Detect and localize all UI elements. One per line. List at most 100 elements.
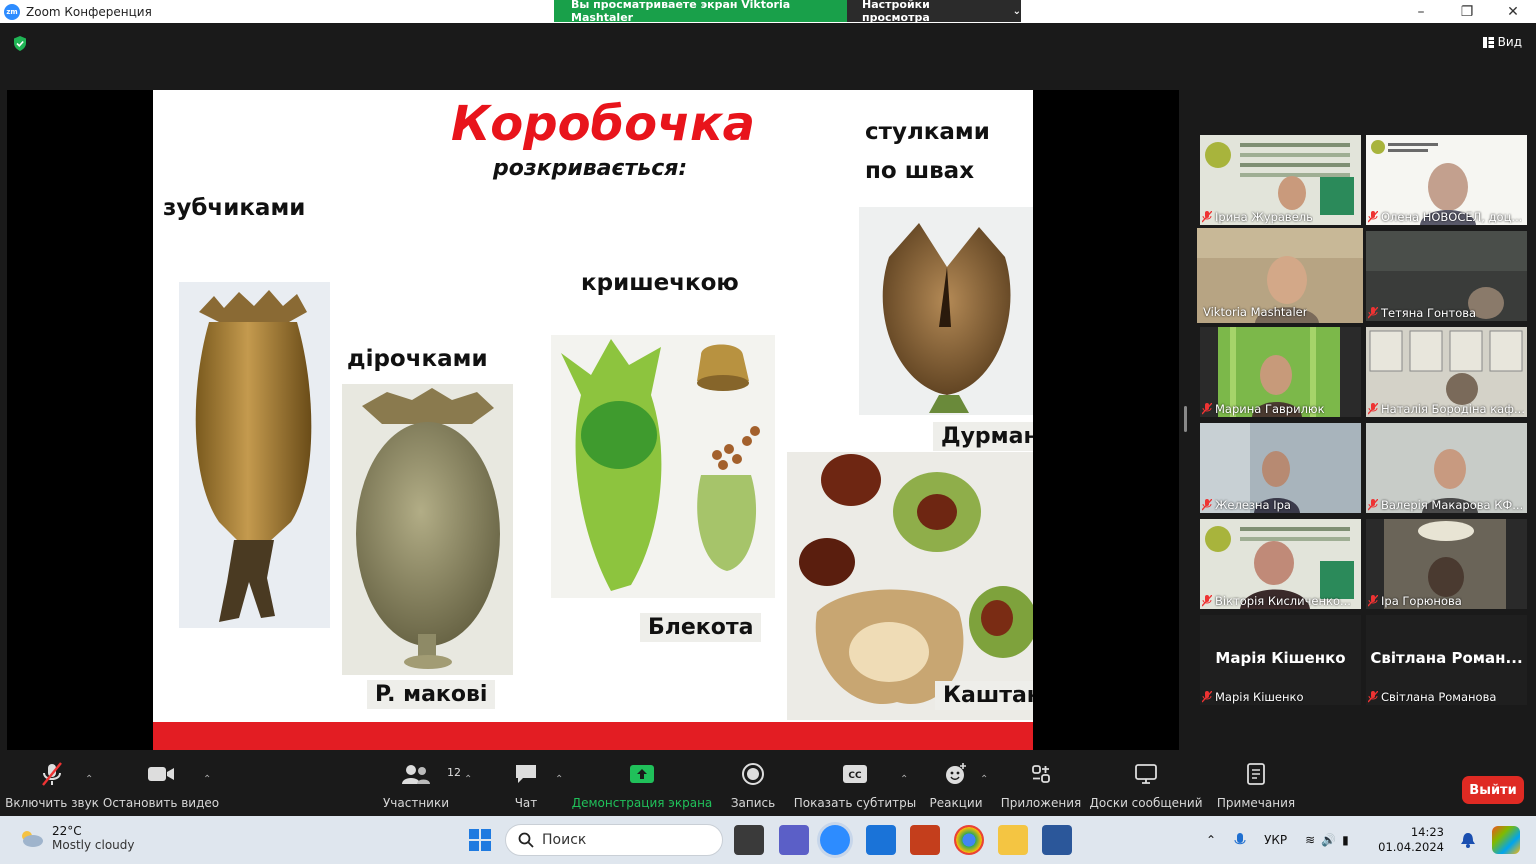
apps-button[interactable]: Приложения: [1001, 758, 1081, 816]
slide-title: Коробочка: [451, 96, 755, 152]
clock-date: 01.04.2024: [1378, 840, 1444, 854]
chat-button[interactable]: Чат: [508, 758, 544, 816]
powerpoint-icon[interactable]: [910, 825, 940, 855]
stop-video-button[interactable]: Остановить видео: [103, 758, 219, 816]
participant-tile[interactable]: Марія Кішенко Марія Кішенко: [1200, 615, 1361, 705]
participant-tile[interactable]: Марина Гаврилюк: [1200, 327, 1361, 417]
file-explorer-icon[interactable]: [998, 825, 1028, 855]
participant-tile[interactable]: Железна Іра: [1200, 423, 1361, 513]
view-button[interactable]: Вид: [1482, 35, 1522, 49]
captions-button[interactable]: CC Показать субтитры: [794, 758, 916, 816]
share-screen-icon: [630, 765, 654, 783]
participant-tile[interactable]: Валерія Макарова КФ...: [1366, 423, 1527, 513]
participant-display-name: Марія Кішенко: [1215, 649, 1346, 667]
participant-name: Марина Гаврилюк: [1202, 402, 1325, 416]
photo-poppy: [342, 384, 513, 675]
close-button[interactable]: ✕: [1490, 0, 1536, 23]
record-label: Запись: [730, 796, 776, 810]
title-bar: zm Zoom Конференция Вы просматриваете эк…: [0, 0, 1536, 24]
participant-tile[interactable]: Вікторія Кисличенко...: [1200, 519, 1361, 609]
unmute-button[interactable]: Включить звук: [5, 758, 99, 816]
whiteboards-label: Доски сообщений: [1089, 796, 1203, 810]
word-icon[interactable]: [1042, 825, 1072, 855]
view-settings-button[interactable]: Настройки просмотра ⌄: [847, 0, 1021, 24]
shared-screen[interactable]: Коробочка розкривається: зубчиками діроч…: [7, 90, 1179, 750]
copilot-icon[interactable]: [1492, 826, 1520, 854]
participant-tile[interactable]: Наталія Бородіна каф...: [1366, 327, 1527, 417]
captions-caret-icon[interactable]: ⌃: [900, 774, 908, 785]
language-indicator[interactable]: УКР: [1264, 833, 1287, 847]
window-title: Zoom Конференция: [26, 4, 152, 19]
video-options-caret-icon[interactable]: ⌃: [203, 774, 211, 785]
label-lid: кришечкою: [581, 270, 739, 296]
notes-button[interactable]: Примечания: [1217, 758, 1295, 816]
reactions-label: Реакции: [929, 796, 983, 810]
participants-count: 12: [447, 766, 461, 779]
participant-tile[interactable]: Світлана Роман... Світлана Романова: [1366, 615, 1527, 705]
meeting-toolbar: Включить звук ⌃ Остановить видео ⌃ 12 Уч…: [0, 758, 1536, 816]
participants-caret-icon[interactable]: ⌃: [464, 774, 472, 785]
label-teeth: зубчиками: [163, 195, 306, 221]
participant-tile-active-speaker[interactable]: Viktoria Mashtaler: [1197, 228, 1363, 323]
muted-mic-icon: [1368, 307, 1378, 319]
notification-bell-icon[interactable]: [1461, 832, 1475, 848]
photo-chestnut: [787, 452, 1033, 720]
participant-tile[interactable]: Ірина Журавель: [1200, 135, 1361, 225]
whiteboard-icon: [1135, 764, 1157, 784]
view-button-label: Вид: [1497, 35, 1522, 49]
temperature: 22°C: [52, 824, 82, 838]
battery-icon[interactable]: ▮: [1342, 833, 1349, 847]
chat-icon: [516, 765, 536, 783]
view-settings-label: Настройки просмотра: [862, 0, 930, 24]
shield-icon[interactable]: [13, 36, 27, 51]
leave-meeting-button[interactable]: Выйти: [1462, 776, 1524, 804]
photo-datura: [859, 207, 1033, 415]
slide-footer-bar: [153, 722, 1033, 750]
system-tray: ⌃ УКР ≋ 🔊 ▮: [1206, 816, 1349, 864]
restore-button[interactable]: ❐: [1444, 0, 1490, 23]
audio-options-caret-icon[interactable]: ⌃: [85, 774, 93, 785]
teams-icon[interactable]: [779, 825, 809, 855]
label-valves-line2: по швах: [865, 158, 975, 184]
reactions-caret-icon[interactable]: ⌃: [980, 774, 988, 785]
windows-start-icon[interactable]: [468, 828, 492, 852]
apps-icon: [1032, 765, 1050, 783]
muted-mic-icon: [1368, 403, 1378, 415]
participant-tile[interactable]: Іра Горюнова: [1366, 519, 1527, 609]
task-view-icon[interactable]: [734, 825, 764, 855]
share-screen-button[interactable]: Демонстрация экрана: [572, 758, 712, 816]
minimize-button[interactable]: –: [1398, 0, 1444, 23]
participant-name: Валерія Макарова КФ...: [1368, 498, 1523, 512]
wifi-icon[interactable]: ≋: [1305, 833, 1315, 847]
weather-widget[interactable]: 22°C Mostly cloudy: [18, 824, 135, 852]
participants-label: Участники: [382, 796, 450, 810]
participant-tile[interactable]: Олена НОВОСЕЛ, доц...: [1366, 135, 1527, 225]
participant-tile[interactable]: Тетяна Гонтова: [1366, 231, 1527, 321]
participant-name: Олена НОВОСЕЛ, доц...: [1368, 210, 1522, 224]
taskbar-search[interactable]: Поиск: [505, 824, 723, 856]
gallery-resize-handle[interactable]: [1184, 406, 1187, 432]
chrome-icon[interactable]: [954, 825, 984, 855]
whiteboards-button[interactable]: Доски сообщений: [1089, 758, 1203, 816]
microphone-icon[interactable]: [1234, 832, 1246, 848]
muted-mic-icon: [1368, 595, 1378, 607]
svg-text:CC: CC: [848, 771, 862, 781]
presentation-slide: Коробочка розкривається: зубчиками діроч…: [153, 90, 1033, 750]
reactions-button[interactable]: Реакции: [929, 758, 983, 816]
window-controls: – ❐ ✕: [1398, 0, 1536, 23]
zoom-app-icon[interactable]: [820, 825, 850, 855]
participant-name: Світлана Романова: [1368, 690, 1496, 704]
tray-chevron-up-icon[interactable]: ⌃: [1206, 833, 1216, 847]
slide-subtitle: розкривається:: [493, 156, 688, 181]
chat-caret-icon[interactable]: ⌃: [555, 774, 563, 785]
mail-icon[interactable]: [866, 825, 896, 855]
participants-button[interactable]: 12 Участники: [382, 758, 461, 816]
taskbar-clock[interactable]: 14:23 01.04.2024: [1378, 825, 1444, 855]
share-screen-label: Демонстрация экрана: [571, 796, 713, 810]
caption-datura: Дурман: [933, 422, 1033, 451]
chevron-down-icon: ⌄: [1012, 5, 1021, 17]
record-button[interactable]: Запись: [730, 758, 776, 816]
muted-mic-icon: [1368, 211, 1378, 223]
notes-icon: [1247, 763, 1265, 785]
volume-icon[interactable]: 🔊: [1321, 833, 1336, 847]
